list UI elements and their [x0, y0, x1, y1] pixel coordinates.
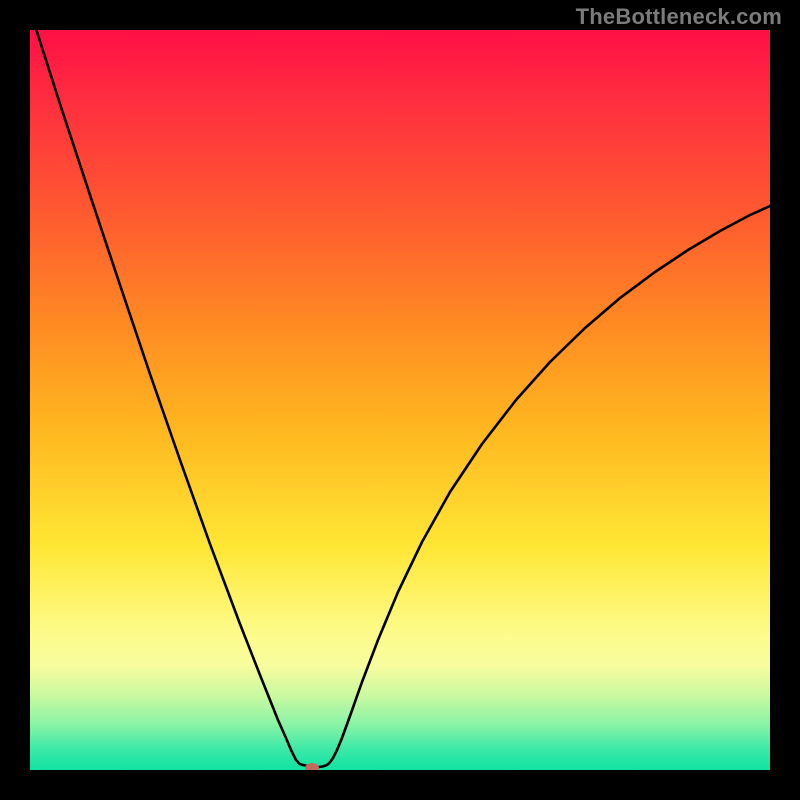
chart-frame: TheBottleneck.com — [0, 0, 800, 800]
plot-area — [30, 30, 770, 770]
watermark-text: TheBottleneck.com — [576, 4, 782, 30]
bottleneck-curve — [30, 30, 770, 767]
optimum-marker — [305, 763, 319, 770]
chart-svg — [30, 30, 770, 770]
